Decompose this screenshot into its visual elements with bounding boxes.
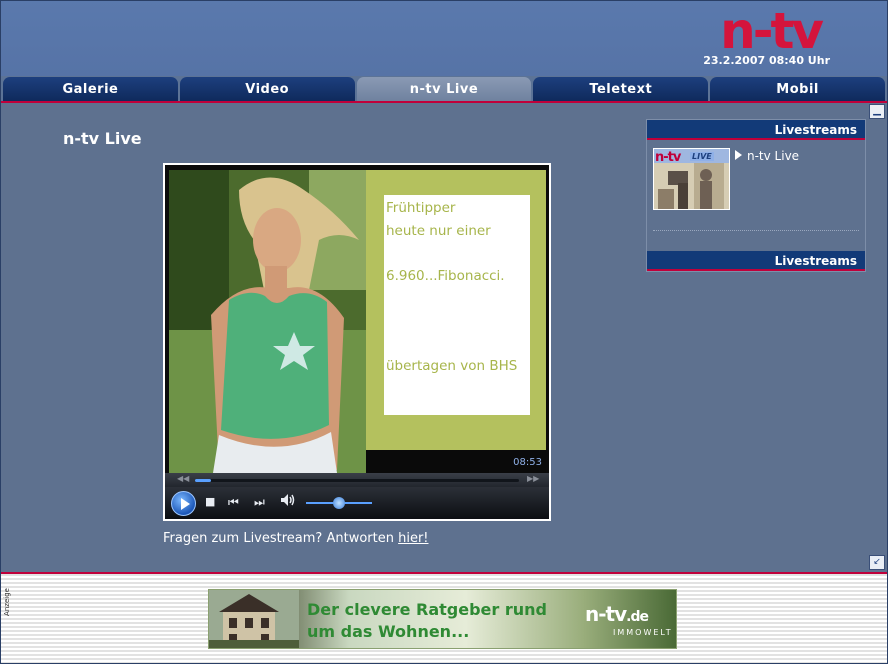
ad-footer: Anzeige Der clevere Ratgeber rund um das	[1, 574, 887, 663]
stop-icon[interactable]: ■	[205, 495, 215, 509]
volume-knob[interactable]	[333, 497, 345, 509]
card-line	[386, 242, 528, 265]
play-button[interactable]	[171, 491, 196, 516]
ad-logo-tld: .de	[626, 609, 649, 625]
fast-forward-icon[interactable]: ▶▶	[527, 474, 539, 483]
header-datetime: 23.2.2007 08:40 Uhr	[703, 54, 830, 67]
main-nav-tabs: Galerie Video n-tv Live Teletext Mobil	[3, 77, 885, 101]
video-screen[interactable]: Frühtipper heute nur einer 6.960...Fibon…	[169, 170, 546, 473]
browser-page: n-tv 23.2.2007 08:40 Uhr Galerie Video n…	[0, 0, 888, 664]
ntv-logo[interactable]: n-tv	[720, 5, 824, 57]
ad-house-image	[209, 590, 299, 648]
video-photo-image	[169, 170, 366, 473]
ad-headline: Der clevere Ratgeber rund um das Wohnen.…	[307, 599, 547, 643]
tab-teletext[interactable]: Teletext	[533, 77, 709, 101]
dotted-divider	[653, 230, 859, 231]
previous-icon[interactable]: ⏮	[228, 495, 239, 509]
livestream-link-ntv-live[interactable]: n-tv Live	[735, 149, 799, 163]
tab-ntv-live[interactable]: n-tv Live	[356, 77, 532, 101]
card-line	[386, 310, 528, 333]
resize-button[interactable]: ↙	[869, 555, 885, 570]
thumbnail-logo: n-tv	[655, 150, 681, 165]
ad-headline-line: Der clevere Ratgeber rund	[307, 600, 547, 619]
livestream-thumbnail[interactable]: n-tv LIVE	[653, 148, 730, 210]
next-icon[interactable]: ⏭	[254, 495, 265, 509]
livestream-link-label: n-tv Live	[747, 149, 800, 163]
card-line: heute nur einer	[386, 222, 491, 239]
card-line: übertagen von BHS	[386, 357, 518, 374]
ad-label: Anzeige	[2, 588, 11, 616]
page-title: n-tv Live	[63, 129, 142, 148]
time-display: 08:53	[513, 457, 542, 468]
ad-logo-main: n-tv	[585, 602, 627, 626]
livestreams-header: Livestreams	[647, 120, 865, 140]
header: n-tv 23.2.2007 08:40 Uhr	[1, 1, 887, 76]
minimize-button[interactable]: ▁	[869, 104, 885, 119]
video-text-card: Frühtipper heute nur einer 6.960...Fibon…	[384, 195, 530, 415]
card-line: Frühtipper	[386, 200, 456, 216]
rewind-icon[interactable]: ◀◀	[177, 474, 189, 483]
ad-logo: n-tv.de	[585, 602, 649, 626]
seek-bar[interactable]	[195, 479, 519, 482]
thumbnail-live-badge: LIVE	[690, 152, 714, 161]
player-frame: Frühtipper heute nur einer 6.960...Fibon…	[165, 165, 549, 519]
livestreams-box: Livestreams n-tv LIVE n-tv Live Livestre…	[646, 119, 866, 272]
volume-icon[interactable]	[280, 493, 296, 510]
card-line: 6.960...Fibonacci.	[386, 267, 505, 284]
ad-subtitle: IMMOWELT	[613, 628, 673, 637]
tab-mobil[interactable]: Mobil	[710, 77, 885, 101]
ad-banner[interactable]: Der clevere Ratgeber rund um das Wohnen.…	[208, 589, 677, 649]
play-triangle-icon	[735, 150, 742, 160]
tab-video[interactable]: Video	[179, 77, 355, 101]
faq-link[interactable]: hier!	[398, 531, 428, 546]
ad-headline-line: um das Wohnen...	[307, 622, 470, 641]
seek-progress	[195, 479, 212, 482]
faq-text: Fragen zum Livestream? Antworten	[163, 531, 399, 546]
player-controls: ■ ⏮ ⏭	[165, 487, 549, 519]
faq-line: Fragen zum Livestream? Antworten hier!	[163, 531, 429, 546]
video-player[interactable]: Frühtipper heute nur einer 6.960...Fibon…	[163, 163, 551, 521]
card-line	[386, 332, 528, 355]
video-status-bar: 08:53	[366, 450, 546, 473]
content-area: ▁ n-tv Live Frühtipper heute nur einer 6…	[1, 103, 887, 572]
tab-galerie[interactable]: Galerie	[3, 77, 178, 101]
livestreams-footer: Livestreams	[647, 251, 865, 271]
card-line	[386, 287, 528, 310]
seek-row: ◀◀ ▶▶	[165, 473, 549, 487]
